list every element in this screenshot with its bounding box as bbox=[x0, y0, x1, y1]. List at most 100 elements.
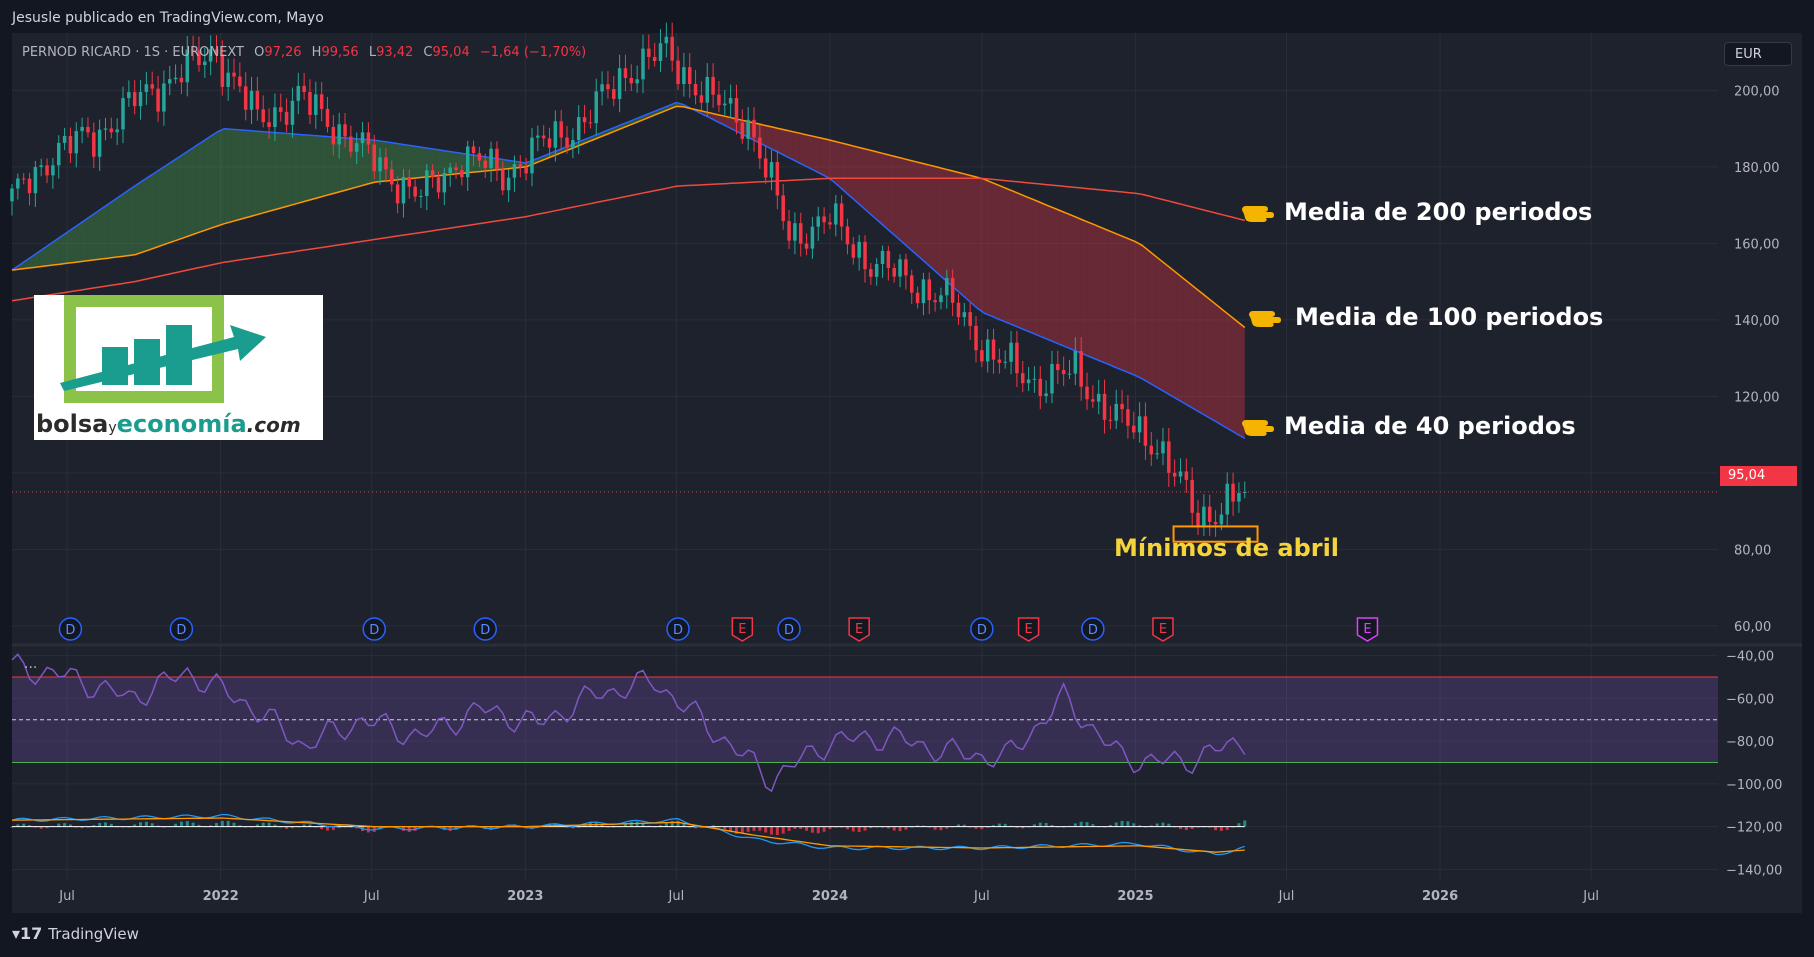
ma-cloud-segment bbox=[991, 182, 999, 319]
ma-cloud-segment bbox=[244, 130, 252, 219]
symbol-name[interactable]: PERNOD RICARD · 1S · EURONEXT bbox=[22, 45, 244, 60]
macd-histogram-bar bbox=[1114, 822, 1118, 827]
macd-histogram-bar bbox=[226, 820, 230, 827]
candle-body bbox=[676, 60, 680, 85]
candle-body bbox=[576, 117, 581, 141]
ma100-label: Media de 100 periodos bbox=[1295, 303, 1604, 331]
ma-cloud-segment bbox=[943, 168, 951, 285]
ma-cloud-segment bbox=[1210, 300, 1218, 423]
ma-cloud-segment bbox=[470, 154, 478, 173]
dividend-marker-label: D bbox=[784, 623, 794, 638]
candle-body bbox=[553, 121, 558, 148]
ma-cloud-segment bbox=[306, 134, 314, 201]
candle-body bbox=[425, 170, 429, 197]
ma-cloud-segment bbox=[292, 133, 300, 205]
candle-body bbox=[33, 167, 38, 194]
macd-histogram-bar bbox=[770, 826, 774, 835]
candle-body bbox=[886, 250, 891, 268]
candle-body bbox=[1155, 453, 1159, 455]
candle-body bbox=[752, 119, 756, 138]
candle-body bbox=[21, 178, 26, 180]
candle-body bbox=[968, 312, 972, 326]
ma-cloud-segment bbox=[840, 142, 848, 194]
logo-part-2: y bbox=[108, 420, 117, 436]
candle-body bbox=[506, 177, 511, 191]
candle-body bbox=[226, 72, 230, 87]
candle-body bbox=[798, 223, 803, 244]
candle-body bbox=[512, 164, 517, 178]
indicator-tick-label: −100,00 bbox=[1726, 778, 1782, 793]
ma-cloud-segment bbox=[1189, 283, 1197, 411]
tradingview-icon: ▾17 bbox=[12, 924, 43, 943]
ma-cloud-segment bbox=[1018, 193, 1026, 331]
candle-body bbox=[1026, 379, 1031, 384]
ma-cloud-segment bbox=[1169, 267, 1177, 399]
macd-histogram-bar bbox=[214, 823, 218, 827]
candle-body bbox=[1009, 342, 1013, 362]
candle-body bbox=[331, 126, 336, 145]
macd-histogram-bar bbox=[1237, 823, 1241, 827]
candle-body bbox=[956, 302, 961, 318]
logo-part-1: bolsa bbox=[36, 410, 109, 438]
macd-histogram-bar bbox=[1038, 822, 1042, 827]
candle-body bbox=[430, 170, 435, 178]
macd-histogram-bar bbox=[103, 822, 107, 827]
indicator-menu-icon[interactable]: ··· bbox=[24, 660, 37, 676]
candle-body bbox=[588, 122, 593, 124]
ma-cloud-segment bbox=[861, 147, 869, 212]
ma-cloud-segment bbox=[1046, 204, 1053, 342]
candle-body bbox=[793, 223, 797, 241]
candle-body bbox=[822, 216, 826, 223]
ma-cloud-segment bbox=[190, 145, 197, 236]
candle-body bbox=[343, 124, 347, 137]
ma-cloud-segment bbox=[1087, 221, 1095, 359]
candle-body bbox=[647, 48, 651, 57]
last-price-tag: 95,04 bbox=[1720, 466, 1797, 486]
candle-body bbox=[167, 79, 172, 84]
ma-cloud-segment bbox=[977, 177, 985, 314]
candle-body bbox=[594, 91, 598, 124]
candle-body bbox=[1038, 378, 1043, 396]
ma-cloud-segment bbox=[409, 145, 417, 179]
candle-body bbox=[1096, 393, 1101, 402]
currency-button[interactable]: EUR bbox=[1724, 42, 1792, 66]
candle-body bbox=[1225, 483, 1229, 515]
candle-body bbox=[144, 84, 149, 92]
ma-cloud-segment bbox=[1025, 196, 1033, 334]
candle-body bbox=[816, 216, 821, 227]
candle-body bbox=[687, 67, 692, 84]
candle-body bbox=[915, 292, 920, 304]
ma-cloud-segment bbox=[416, 146, 423, 178]
candle-body bbox=[1067, 373, 1072, 375]
ma-cloud-segment bbox=[1032, 199, 1040, 336]
candle-body bbox=[740, 122, 745, 139]
ma-cloud-segment bbox=[1066, 213, 1074, 351]
chart-svg[interactable]: D D D D D E D E D E D E E 200,00 180,00 160,00 140,00 12… bbox=[0, 0, 1814, 957]
ma-cloud-segment bbox=[258, 131, 266, 215]
ma-cloud-segment bbox=[333, 137, 341, 194]
candle-body bbox=[898, 259, 902, 277]
ma-cloud-segment bbox=[162, 163, 170, 246]
price-tick-label: 160,00 bbox=[1734, 237, 1780, 252]
candle-body bbox=[39, 165, 43, 168]
candle-body bbox=[249, 90, 254, 110]
macd-histogram-bar bbox=[144, 821, 148, 827]
ma-cloud-segment bbox=[169, 158, 177, 243]
candle-body bbox=[524, 167, 528, 174]
ma-cloud-segment bbox=[950, 170, 958, 291]
candle-body bbox=[302, 85, 306, 93]
candle-body bbox=[834, 203, 838, 225]
candle-body bbox=[354, 143, 359, 152]
candle-body bbox=[781, 195, 785, 222]
candle-body bbox=[384, 157, 388, 170]
macd-histogram-bar bbox=[139, 822, 143, 827]
ma40-label: Media de 40 periodos bbox=[1284, 412, 1576, 440]
candle-body bbox=[921, 279, 926, 304]
candle-body bbox=[460, 170, 464, 178]
symbol-legend[interactable]: PERNOD RICARD · 1S · EURONEXT O97,26 H99… bbox=[22, 45, 586, 60]
tradingview-logo[interactable]: ▾17 TradingView bbox=[12, 924, 139, 943]
candle-body bbox=[378, 157, 382, 172]
macd-histogram-bar bbox=[1161, 822, 1165, 827]
candle-body bbox=[541, 135, 546, 139]
macd-histogram-bar bbox=[752, 826, 756, 831]
